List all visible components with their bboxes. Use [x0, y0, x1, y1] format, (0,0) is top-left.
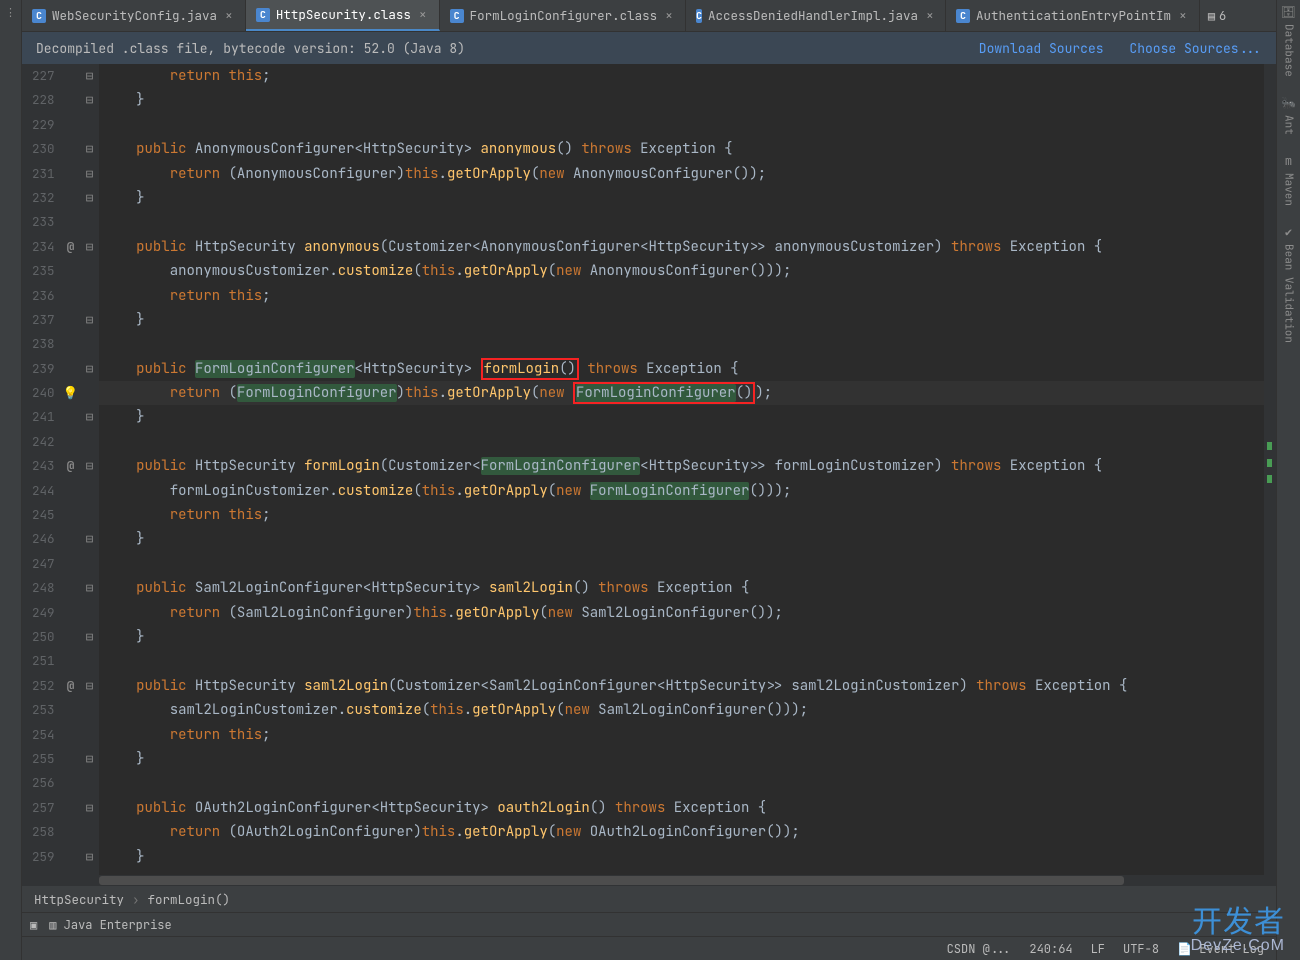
code-line[interactable] [99, 210, 1264, 234]
code-line[interactable]: public HttpSecurity formLogin(Customizer… [99, 454, 1264, 478]
class-icon: C [32, 9, 46, 23]
code-line[interactable]: } [99, 845, 1264, 869]
code-line[interactable]: public OAuth2LoginConfigurer<HttpSecurit… [99, 796, 1264, 820]
left-tool-strip[interactable]: ⋮ [0, 0, 22, 960]
tab-authenticationentrypoint[interactable]: C AuthenticationEntryPointIm × [946, 0, 1200, 31]
bean-validation-icon: ✔ [1285, 224, 1292, 240]
code-editor[interactable]: 2272282292302312322332342352362372382392… [22, 64, 1276, 886]
terminal-tool[interactable]: ▣ [30, 917, 37, 933]
code-line[interactable]: return this; [99, 64, 1264, 88]
code-line[interactable]: return this; [99, 503, 1264, 527]
code-line[interactable]: saml2LoginCustomizer.customize(this.getO… [99, 698, 1264, 722]
tab-label: AccessDeniedHandlerImpl.java [708, 7, 918, 24]
code-line[interactable]: public Saml2LoginConfigurer<HttpSecurity… [99, 576, 1264, 600]
code-line[interactable]: return this; [99, 284, 1264, 308]
maven-tool[interactable]: mMaven [1282, 153, 1296, 206]
tab-label: FormLoginConfigurer.class [470, 7, 658, 24]
database-tool[interactable]: 🗄Database [1281, 4, 1296, 77]
code-line[interactable] [99, 771, 1264, 795]
code-line[interactable] [99, 430, 1264, 454]
code-line[interactable]: } [99, 405, 1264, 429]
tab-formloginconfigurer[interactable]: C FormLoginConfigurer.class × [440, 0, 686, 31]
right-tool-strip: 🗄Database 🐜Ant mMaven ✔Bean Validation [1276, 0, 1300, 960]
code-line[interactable]: } [99, 747, 1264, 771]
status-line-sep[interactable]: LF [1091, 941, 1105, 957]
code-line[interactable] [99, 649, 1264, 673]
code-line[interactable] [99, 332, 1264, 356]
code-line[interactable]: } [99, 308, 1264, 332]
class-icon: C [256, 8, 270, 22]
bean-validation-tool[interactable]: ✔Bean Validation [1282, 224, 1296, 343]
decompile-message: Decompiled .class file, bytecode version… [36, 40, 465, 57]
code-line[interactable] [99, 552, 1264, 576]
java-enterprise-tool[interactable]: ▥ Java Enterprise [49, 917, 171, 933]
class-icon: C [956, 9, 970, 23]
status-csdn: CSDN @... [947, 941, 1012, 957]
tabs-overflow-count: 6 [1219, 8, 1226, 24]
code-line[interactable]: } [99, 527, 1264, 551]
choose-sources-link[interactable]: Choose Sources... [1129, 40, 1262, 57]
code-line[interactable]: } [99, 88, 1264, 112]
download-sources-link[interactable]: Download Sources [979, 40, 1104, 57]
code-line[interactable]: return this; [99, 723, 1264, 747]
code-line[interactable]: public FormLoginConfigurer<HttpSecurity>… [99, 357, 1264, 381]
list-icon: ▤ [1208, 8, 1215, 24]
class-icon: C [450, 9, 464, 23]
close-icon[interactable]: × [1177, 7, 1189, 24]
close-icon[interactable]: × [223, 7, 235, 24]
maven-icon: m [1285, 153, 1292, 169]
breadcrumb: HttpSecurity › formLogin() [22, 886, 1276, 912]
close-icon[interactable]: × [417, 6, 429, 23]
close-icon[interactable]: × [663, 7, 675, 24]
status-caret-pos: 240:64 [1029, 941, 1072, 957]
scrollbar-thumb[interactable] [99, 876, 1125, 885]
code-line[interactable]: anonymousCustomizer.customize(this.getOr… [99, 259, 1264, 283]
status-charset[interactable]: UTF-8 [1123, 941, 1159, 957]
chevron-right-icon: › [132, 891, 140, 908]
class-icon: C [696, 9, 702, 23]
code-line[interactable]: } [99, 186, 1264, 210]
tab-httpsecurity[interactable]: C HttpSecurity.class × [246, 0, 440, 31]
code-line[interactable]: } [99, 625, 1264, 649]
code-line[interactable]: public HttpSecurity saml2Login(Customize… [99, 674, 1264, 698]
horizontal-scrollbar[interactable] [99, 875, 1264, 886]
ant-icon: 🐜 [1281, 95, 1296, 111]
tab-label: HttpSecurity.class [276, 6, 411, 23]
code-line[interactable]: public AnonymousConfigurer<HttpSecurity>… [99, 137, 1264, 161]
code-line[interactable]: return (AnonymousConfigurer)this.getOrAp… [99, 162, 1264, 186]
tab-label: WebSecurityConfig.java [52, 7, 217, 24]
code-line[interactable] [99, 113, 1264, 137]
left-strip-dots: ⋮ [5, 6, 16, 20]
status-bar: CSDN @... 240:64 LF UTF-8 📄 Event Log [22, 936, 1276, 960]
code-line[interactable]: return (FormLoginConfigurer)this.getOrAp… [99, 381, 1264, 405]
ant-tool[interactable]: 🐜Ant [1281, 95, 1296, 135]
event-log-button[interactable]: 📄 Event Log [1177, 941, 1264, 957]
breadcrumb-method[interactable]: formLogin() [148, 891, 231, 908]
editor-tabs: C WebSecurityConfig.java × C HttpSecurit… [22, 0, 1276, 32]
code-line[interactable]: return (Saml2LoginConfigurer)this.getOrA… [99, 601, 1264, 625]
code-area[interactable]: return this; } public AnonymousConfigure… [99, 64, 1264, 886]
database-icon: 🗄 [1281, 4, 1296, 20]
tab-websecurityconfig[interactable]: C WebSecurityConfig.java × [22, 0, 246, 31]
error-stripe[interactable] [1264, 64, 1276, 886]
decompile-infobar: Decompiled .class file, bytecode version… [22, 32, 1276, 64]
tab-label: AuthenticationEntryPointIm [976, 7, 1171, 24]
breadcrumb-class[interactable]: HttpSecurity [34, 891, 124, 908]
close-icon[interactable]: × [924, 7, 936, 24]
tabs-overflow[interactable]: ▤ 6 [1200, 0, 1234, 31]
code-line[interactable]: public HttpSecurity anonymous(Customizer… [99, 235, 1264, 259]
editor-gutter: 2272282292302312322332342352362372382392… [22, 64, 99, 886]
code-line[interactable]: formLoginCustomizer.customize(this.getOr… [99, 479, 1264, 503]
bottom-toolbar: ▣ ▥ Java Enterprise [22, 912, 1276, 936]
code-line[interactable]: return (OAuth2LoginConfigurer)this.getOr… [99, 820, 1264, 844]
tab-accessdeniedhandlerimpl[interactable]: C AccessDeniedHandlerImpl.java × [686, 0, 946, 31]
